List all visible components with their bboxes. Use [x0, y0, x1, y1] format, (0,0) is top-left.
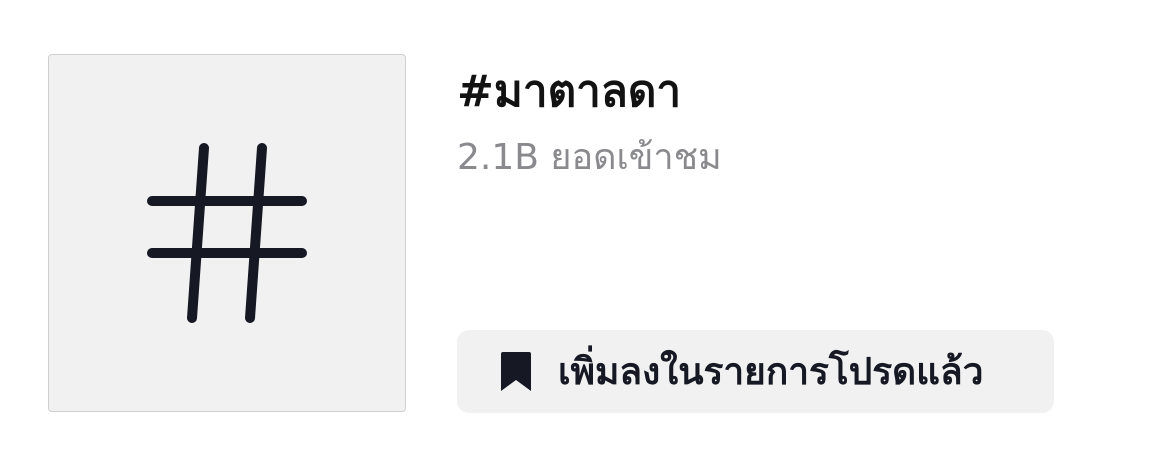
add-to-favorites-label: เพิ่มลงในรายการโปรดแล้ว	[558, 350, 984, 393]
hashtag-header: #มาตาลดา 2.1B ยอดเข้าชม เพิ่มลงในรายการโ…	[0, 0, 1170, 471]
hashtag-view-count: 2.1B ยอดเข้าชม	[457, 137, 722, 178]
hashtag-info: #มาตาลดา 2.1B ยอดเข้าชม	[457, 64, 722, 180]
hashtag-thumbnail	[48, 54, 406, 412]
bookmark-icon	[500, 351, 532, 393]
add-to-favorites-button[interactable]: เพิ่มลงในรายการโปรดแล้ว	[457, 330, 1054, 413]
hashtag-icon	[147, 143, 307, 323]
hashtag-title: #มาตาลดา	[457, 66, 682, 117]
